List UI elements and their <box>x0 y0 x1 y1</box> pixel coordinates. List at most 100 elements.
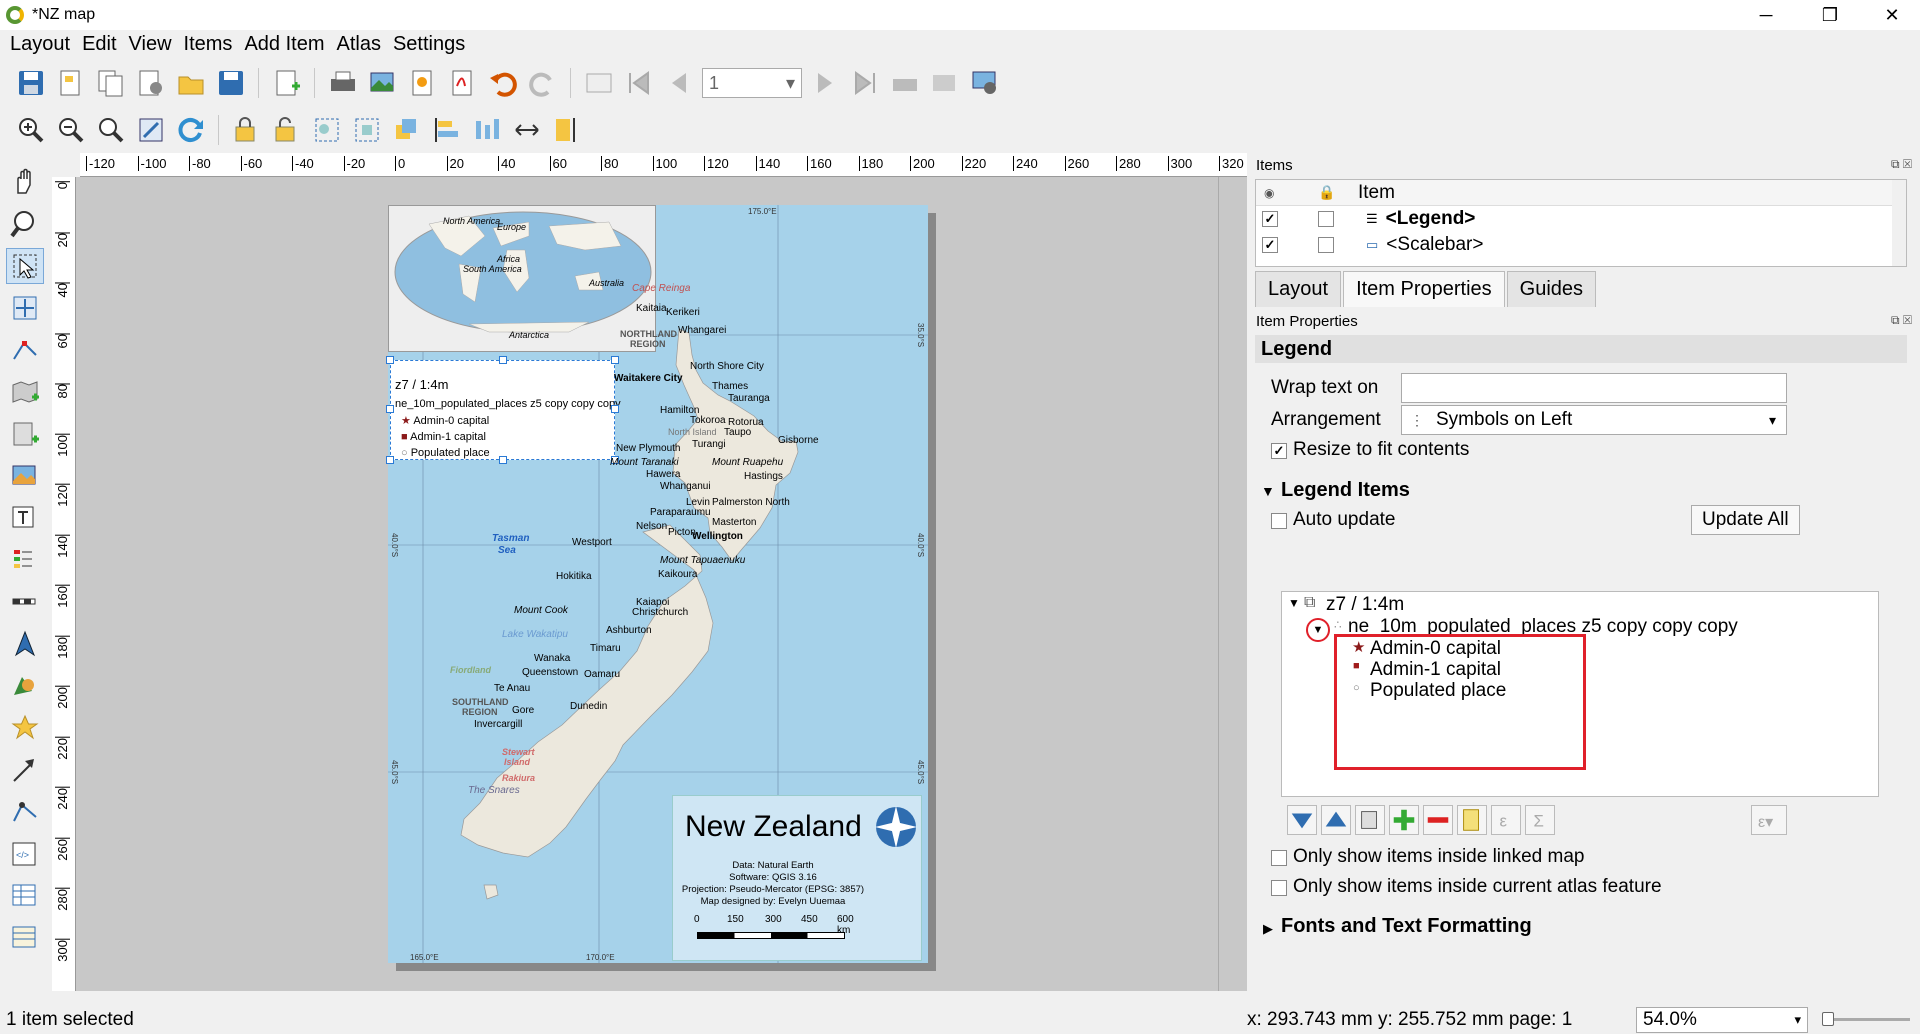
close-button[interactable]: ✕ <box>1862 0 1920 30</box>
next-feature-icon[interactable] <box>808 66 842 100</box>
lock-checkbox[interactable] <box>1318 211 1334 227</box>
add-legend-icon[interactable] <box>6 542 44 578</box>
edit-item-icon[interactable] <box>1457 805 1487 835</box>
auto-update-checkbox[interactable] <box>1271 513 1287 529</box>
export-pdf-icon[interactable] <box>446 66 480 100</box>
zoom-select[interactable]: 54.0% ▾ <box>1636 1007 1808 1033</box>
previous-feature-icon[interactable] <box>662 66 696 100</box>
align-left-icon[interactable] <box>430 113 464 147</box>
world-inset-map[interactable]: North America Europe Africa South Americ… <box>388 205 656 352</box>
layout-manager-icon[interactable] <box>134 66 168 100</box>
group-icon[interactable] <box>310 113 344 147</box>
resize-handle[interactable] <box>499 456 507 464</box>
menu-items[interactable]: Items <box>178 33 239 56</box>
export-image-icon[interactable] <box>366 66 400 100</box>
first-feature-icon[interactable] <box>622 66 656 100</box>
add-map-icon[interactable] <box>6 374 44 410</box>
expand-icon[interactable]: ▼ <box>1288 596 1300 610</box>
export-svg-icon[interactable] <box>406 66 440 100</box>
menu-settings[interactable]: Settings <box>387 33 471 56</box>
map-title-box[interactable]: New Zealand Data: Natural Earth Software… <box>672 795 922 961</box>
fonts-section-title[interactable]: Fonts and Text Formatting <box>1281 915 1532 938</box>
menu-add-item[interactable]: Add Item <box>238 33 330 56</box>
unlock-items-icon[interactable] <box>270 113 304 147</box>
resize-to-square-icon[interactable] <box>550 113 584 147</box>
open-template-icon[interactable] <box>174 66 208 100</box>
print-icon[interactable] <box>326 66 360 100</box>
add-picture-icon[interactable] <box>6 458 44 494</box>
resize-handle[interactable] <box>611 405 619 413</box>
zoom-full-icon[interactable] <box>134 113 168 147</box>
remove-item-icon[interactable] <box>1423 805 1453 835</box>
zoom-tool-icon[interactable] <box>6 206 44 242</box>
expand-section-icon[interactable]: ▶ <box>1263 921 1273 937</box>
last-feature-icon[interactable] <box>848 66 882 100</box>
only-atlas-checkbox[interactable] <box>1271 880 1287 896</box>
scalebar[interactable]: 0 150 300 450 600 km <box>694 914 867 936</box>
add-item-icon[interactable] <box>1389 805 1419 835</box>
zoom-in-icon[interactable] <box>14 113 48 147</box>
menu-view[interactable]: View <box>123 33 178 56</box>
items-row-legend[interactable]: ✓ ☰ <Legend> <box>1256 206 1906 232</box>
zoom-slider-handle[interactable] <box>1822 1012 1834 1026</box>
raise-items-icon[interactable] <box>390 113 424 147</box>
add-attribute-table-icon[interactable] <box>6 878 44 914</box>
print-atlas-icon[interactable] <box>888 66 922 100</box>
atlas-page-select[interactable]: 1 ▾ <box>702 68 802 98</box>
zoom-out-icon[interactable] <box>54 113 88 147</box>
lock-checkbox[interactable] <box>1318 237 1334 253</box>
add-node-item-icon[interactable] <box>6 794 44 830</box>
add-shape-icon[interactable] <box>6 668 44 704</box>
resize-handle[interactable] <box>386 356 394 364</box>
save-icon[interactable] <box>14 66 48 100</box>
properties-scrollbar[interactable] <box>1893 365 1907 995</box>
sum-icon[interactable]: Σ <box>1525 805 1555 835</box>
export-atlas-icon[interactable] <box>928 66 962 100</box>
add-marker-icon[interactable] <box>6 710 44 746</box>
expand-layer-icon[interactable]: ▼ <box>1306 618 1330 642</box>
maximize-button[interactable]: ❐ <box>1800 0 1860 30</box>
arrangement-select[interactable]: ⋮ Symbols on Left ▾ <box>1401 405 1787 435</box>
layout-page[interactable]: North America Europe Africa South Americ… <box>386 205 928 963</box>
add-3d-map-icon[interactable] <box>6 416 44 452</box>
resize-handle[interactable] <box>611 356 619 364</box>
add-fixed-table-icon[interactable] <box>6 920 44 956</box>
tab-guides[interactable]: Guides <box>1506 271 1597 307</box>
atlas-preview-icon[interactable] <box>582 66 616 100</box>
add-arrow-icon[interactable] <box>6 752 44 788</box>
visibility-checkbox[interactable]: ✓ <box>1262 211 1278 227</box>
resize-checkbox[interactable]: ✓ <box>1271 443 1287 459</box>
move-down-icon[interactable] <box>1287 805 1317 835</box>
move-up-icon[interactable] <box>1321 805 1351 835</box>
legend-tree[interactable]: ▼ ⧉ z7 / 1:4m ▼ ∴ ne_10m_populated_place… <box>1281 591 1879 797</box>
menu-layout[interactable]: Layout <box>0 33 76 56</box>
menu-edit[interactable]: Edit <box>76 33 122 56</box>
new-layout-icon[interactable] <box>54 66 88 100</box>
legend-item[interactable]: z7 / 1:4m ne_10m_populated_places z5 cop… <box>386 356 621 464</box>
tab-item-properties[interactable]: Item Properties <box>1343 271 1505 307</box>
tab-layout[interactable]: Layout <box>1255 271 1342 307</box>
dock-float-close-icon[interactable]: ⧉ ☒ <box>1891 157 1912 172</box>
move-content-icon[interactable] <box>6 290 44 326</box>
wrap-input[interactable] <box>1401 373 1787 403</box>
menu-atlas[interactable]: Atlas <box>330 33 386 56</box>
resize-handle[interactable] <box>386 456 394 464</box>
distribute-icon[interactable] <box>470 113 504 147</box>
visibility-checkbox[interactable]: ✓ <box>1262 237 1278 253</box>
zoom-slider[interactable] <box>1824 1018 1910 1021</box>
select-move-icon[interactable] <box>6 248 44 284</box>
add-north-arrow-icon[interactable] <box>6 626 44 662</box>
edit-nodes-icon[interactable] <box>6 332 44 368</box>
add-label-icon[interactable] <box>6 500 44 536</box>
only-linked-checkbox[interactable] <box>1271 850 1287 866</box>
items-scrollbar[interactable] <box>1892 180 1906 266</box>
pan-icon[interactable] <box>6 164 44 200</box>
redo-icon[interactable] <box>526 66 560 100</box>
add-scalebar-icon[interactable] <box>6 584 44 620</box>
add-group-icon[interactable] <box>1355 805 1385 835</box>
minimize-button[interactable]: ─ <box>1736 0 1796 30</box>
undo-icon[interactable] <box>486 66 520 100</box>
atlas-settings-icon[interactable] <box>968 66 1002 100</box>
resize-icon[interactable] <box>510 113 544 147</box>
duplicate-layout-icon[interactable] <box>94 66 128 100</box>
